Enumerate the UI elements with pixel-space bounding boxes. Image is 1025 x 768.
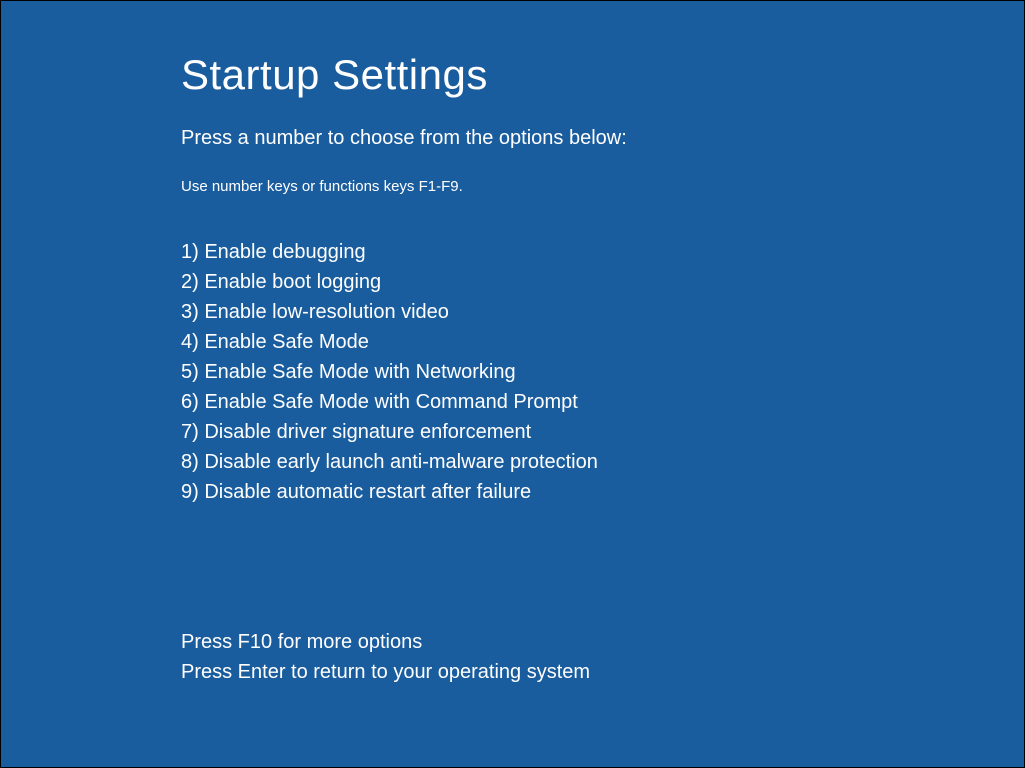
page-title: Startup Settings: [181, 51, 1024, 99]
hint-text: Use number keys or functions keys F1-F9.: [181, 178, 1024, 195]
option-enable-debugging[interactable]: 1) Enable debugging: [181, 237, 1024, 267]
return-text: Press Enter to return to your operating …: [181, 657, 1024, 687]
option-disable-automatic-restart[interactable]: 9) Disable automatic restart after failu…: [181, 477, 1024, 507]
options-list: 1) Enable debugging 2) Enable boot loggi…: [181, 237, 1024, 507]
option-disable-driver-signature-enforcement[interactable]: 7) Disable driver signature enforcement: [181, 417, 1024, 447]
option-enable-low-resolution-video[interactable]: 3) Enable low-resolution video: [181, 297, 1024, 327]
option-enable-safe-mode-command-prompt[interactable]: 6) Enable Safe Mode with Command Prompt: [181, 387, 1024, 417]
option-disable-early-launch-anti-malware[interactable]: 8) Disable early launch anti-malware pro…: [181, 447, 1024, 477]
option-enable-safe-mode-networking[interactable]: 5) Enable Safe Mode with Networking: [181, 357, 1024, 387]
option-enable-boot-logging[interactable]: 2) Enable boot logging: [181, 267, 1024, 297]
startup-settings-screen: Startup Settings Press a number to choos…: [1, 1, 1024, 687]
option-enable-safe-mode[interactable]: 4) Enable Safe Mode: [181, 327, 1024, 357]
instruction-text: Press a number to choose from the option…: [181, 127, 1024, 150]
more-options-text: Press F10 for more options: [181, 627, 1024, 657]
